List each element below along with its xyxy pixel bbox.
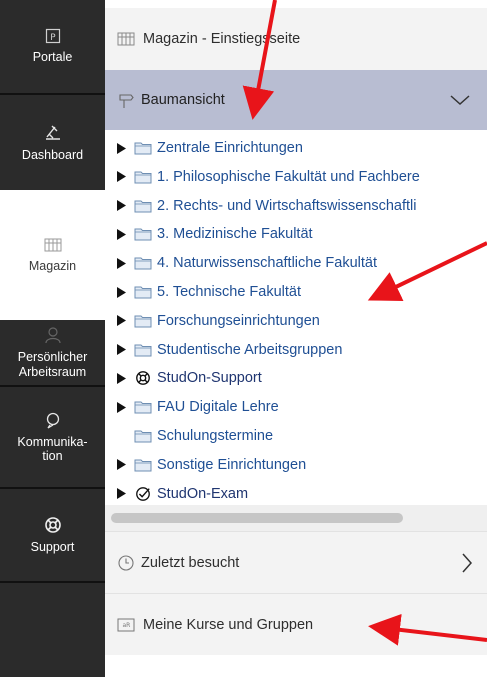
expand-triangle-icon[interactable] [117,257,131,269]
folder-icon [131,227,155,241]
nav-label-portale: Portale [32,50,73,65]
tree-item[interactable]: Forschungseinrichtungen [117,307,320,335]
expand-triangle-icon[interactable] [117,171,131,183]
tree-list: Zentrale Einrichtungen 1. Philosophische … [105,130,487,505]
folder-icon [131,256,155,270]
expand-triangle-icon[interactable] [117,315,131,327]
folder-icon [131,343,155,357]
nav-label-dashboard: Dashboard [21,148,84,163]
check-circle-icon [131,486,155,502]
tree-item-label[interactable]: 5. Technische Fakultät [157,284,301,300]
person-icon [44,326,62,344]
portal-icon: P [45,28,61,44]
tree-item[interactable]: Zentrale Einrichtungen [117,134,303,162]
page-title: Magazin - Einstiegsseite [143,31,301,47]
expand-triangle-icon[interactable] [117,459,131,471]
tree-item[interactable]: StudOn-Support [117,364,262,392]
my-courses-header[interactable]: aR Meine Kurse und Gruppen [105,593,487,655]
content-footer-space [105,655,487,677]
expand-triangle-icon[interactable] [117,142,131,154]
nav-item-dashboard[interactable]: Dashboard [0,95,105,190]
tree-item[interactable]: Studentische Arbeitsgruppen [117,336,342,364]
folder-icon [131,314,155,328]
folder-icon [131,199,155,213]
clock-icon [117,554,135,572]
nav-item-kommunikation[interactable]: Kommunika- tion [0,387,105,487]
nav-item-personal-workspace[interactable]: Persönlicher Arbeitsraum [0,320,105,385]
folder-icon [131,429,155,443]
tree-item[interactable]: 4. Naturwissenschaftliche Fakultät [117,249,377,277]
tree-item-label[interactable]: 2. Rechts- und Wirtschaftswissenschaftli [157,198,416,214]
tree-view-header[interactable]: Baumansicht [105,70,487,130]
expand-triangle-icon[interactable] [117,401,131,413]
tree-item[interactable]: 3. Medizinische Fakultät [117,220,313,248]
folder-icon [131,400,155,414]
tree-item[interactable]: Sonstige Einrichtungen [117,451,306,479]
svg-text:aR: aR [123,622,131,629]
folder-icon [131,285,155,299]
tree-item-label[interactable]: Sonstige Einrichtungen [157,457,306,473]
nav-item-support[interactable]: Support [0,489,105,581]
recently-visited-header[interactable]: Zuletzt besucht [105,531,487,593]
tree-item-label[interactable]: 4. Naturwissenschaftliche Fakultät [157,255,377,271]
communication-icon [44,411,62,429]
my-courses-title: Meine Kurse und Gruppen [143,616,314,633]
nav-item-magazin[interactable]: Magazin [0,190,105,320]
content-area: Magazin - Einstiegsseite Baumansicht Zen… [105,0,487,677]
courses-icon: aR [117,618,135,632]
expand-triangle-icon[interactable] [117,228,131,240]
folder-icon [131,170,155,184]
folder-icon [131,458,155,472]
horizontal-scrollbar[interactable] [105,505,487,531]
nav-label-kommunikation-line1: Kommunika- [17,434,88,449]
expand-triangle-icon[interactable] [117,286,131,298]
tree-item[interactable]: Schulungstermine [117,422,273,450]
scrollbar-thumb[interactable] [111,513,403,523]
tree-item-label[interactable]: StudOn-Support [157,370,262,386]
nav-item-portale[interactable]: P Portale [0,0,105,93]
expand-triangle-icon[interactable] [117,344,131,356]
lifebuoy-icon [131,370,155,386]
tree-item[interactable]: 5. Technische Fakultät [117,278,301,306]
nav-label-magazin: Magazin [28,258,77,273]
nav-label-personal-line2: Arbeitsraum [18,364,87,379]
recently-visited-title: Zuletzt besucht [141,554,240,571]
svg-text:P: P [50,33,56,43]
expand-triangle-icon[interactable] [117,372,131,384]
magazine-icon [117,31,135,47]
tree-view-title: Baumansicht [141,92,225,108]
tree-item-label[interactable]: FAU Digitale Lehre [157,399,279,415]
tree-item-label[interactable]: StudOn-Exam [157,486,248,502]
lifebuoy-icon [44,516,62,534]
tree-item[interactable]: StudOn-Exam [117,480,248,505]
chevron-right-icon[interactable] [461,552,473,578]
nav-label-kommunikation-line2: tion [42,449,63,463]
tree-item[interactable]: 1. Philosophische Fakultät und Fachbere [117,163,420,191]
tree-item-label[interactable]: Forschungseinrichtungen [157,313,320,329]
page-header[interactable]: Magazin - Einstiegsseite [105,8,487,70]
tree-item-label[interactable]: Zentrale Einrichtungen [157,140,303,156]
main-navigation: P Portale Dashboard Magazin Persönlicher… [0,0,105,677]
magazine-icon [44,237,62,253]
tree-item-label[interactable]: Studentische Arbeitsgruppen [157,342,342,358]
nav-divider [0,581,105,583]
tree-item-label[interactable]: 3. Medizinische Fakultät [157,226,313,242]
nav-label-personal-line1: Persönlicher [17,350,88,365]
tree-item[interactable]: 2. Rechts- und Wirtschaftswissenschaftli [117,192,416,220]
dashboard-icon [43,122,63,142]
folder-icon [131,141,155,155]
tree-item-label[interactable]: Schulungstermine [157,428,273,444]
expand-triangle-icon[interactable] [117,200,131,212]
tree-item-label[interactable]: 1. Philosophische Fakultät und Fachbere [157,169,420,185]
signpost-icon [117,91,135,109]
nav-label-support: Support [30,539,75,554]
expand-triangle-icon[interactable] [117,488,131,500]
chevron-down-icon[interactable] [449,90,471,114]
tree-item[interactable]: FAU Digitale Lehre [117,393,279,421]
